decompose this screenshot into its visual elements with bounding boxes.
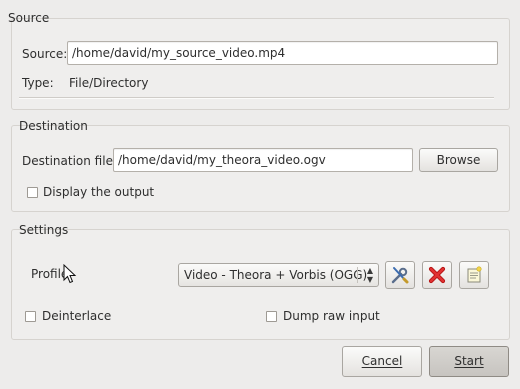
- delete-profile-button[interactable]: [422, 261, 452, 289]
- start-button[interactable]: Start: [429, 346, 509, 377]
- mouse-cursor-icon: [63, 264, 77, 284]
- dump-raw-input-label: Dump raw input: [283, 309, 380, 323]
- wrench-screwdriver-icon: [391, 267, 409, 284]
- type-value: File/Directory: [69, 76, 149, 90]
- browse-button[interactable]: Browse: [419, 148, 498, 172]
- source-group: Source Source: /home/david/my_source_vid…: [8, 11, 510, 110]
- source-input[interactable]: /home/david/my_source_video.mp4: [67, 41, 498, 65]
- settings-group-title: Settings: [19, 223, 69, 237]
- profile-select-value: Video - Theora + Vorbis (OGG): [184, 268, 368, 282]
- start-button-label: Start: [454, 354, 484, 368]
- deinterlace-checkbox[interactable]: [25, 311, 36, 322]
- display-output-label: Display the output: [43, 185, 155, 199]
- destination-group: Destination Destination file: /home/davi…: [11, 119, 510, 212]
- destination-group-title: Destination: [19, 119, 88, 133]
- settings-group: Settings Profile Video - Theora + Vorbis…: [11, 223, 510, 340]
- cancel-button[interactable]: Cancel: [342, 346, 422, 377]
- profile-select[interactable]: Video - Theora + Vorbis (OGG) ▲ ▼: [178, 263, 379, 287]
- cancel-button-label: Cancel: [361, 354, 403, 368]
- display-output-checkbox[interactable]: [27, 187, 38, 198]
- updown-arrows-icon: ▲ ▼: [366, 266, 373, 284]
- source-group-title: Source: [8, 11, 50, 25]
- edit-profile-button[interactable]: [385, 261, 415, 289]
- dump-raw-input-checkbox[interactable]: [266, 311, 277, 322]
- new-profile-button[interactable]: [459, 261, 489, 289]
- deinterlace-label: Deinterlace: [42, 309, 112, 323]
- red-x-icon: [428, 266, 446, 284]
- destination-file-input[interactable]: /home/david/my_theora_video.ogv: [113, 148, 413, 172]
- type-label: Type:: [22, 76, 54, 90]
- profile-select-divider: [357, 267, 358, 283]
- new-document-icon: [467, 266, 482, 283]
- source-divider: [19, 97, 494, 99]
- source-label: Source:: [22, 47, 68, 61]
- destination-file-label: Destination file:: [22, 154, 117, 168]
